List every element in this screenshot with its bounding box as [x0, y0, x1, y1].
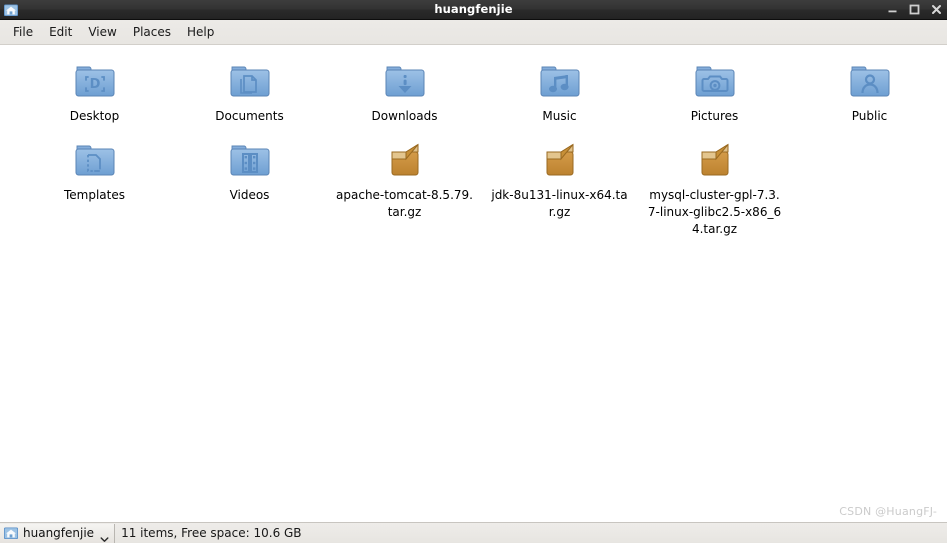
- window-controls: [887, 3, 942, 16]
- watermark: CSDN @HuangFJ-: [839, 505, 937, 518]
- file-item-label: Desktop: [69, 109, 120, 123]
- music-note-icon: [536, 56, 584, 104]
- downloads-arrow-icon: [381, 56, 429, 104]
- package-icon: [381, 135, 429, 183]
- home-folder-icon: [3, 525, 19, 541]
- svg-text:D: D: [89, 77, 100, 92]
- file-manager-window: huangfenjie File Edit View Places Help D…: [0, 0, 947, 543]
- file-item-apache-tomcat-archive[interactable]: apache-tomcat-8.5.79.tar.gz: [327, 132, 482, 238]
- package-icon: [691, 135, 739, 183]
- file-item-label: apache-tomcat-8.5.79.tar.gz: [336, 188, 473, 219]
- file-item-videos[interactable]: Videos: [172, 132, 327, 238]
- file-item-templates[interactable]: Templates: [17, 132, 172, 238]
- maximize-button[interactable]: [909, 3, 920, 16]
- title-bar: huangfenjie: [0, 0, 947, 20]
- template-document-icon: [71, 135, 119, 183]
- documents-pages-icon: [226, 56, 274, 104]
- person-icon: [846, 56, 894, 104]
- file-item-jdk-archive[interactable]: jdk-8u131-linux-x64.tar.gz: [482, 132, 637, 238]
- film-strip-icon: [226, 135, 274, 183]
- minimize-button[interactable]: [887, 3, 898, 16]
- desktop-d-icon: D: [71, 56, 119, 104]
- file-item-pictures[interactable]: Pictures: [637, 53, 792, 126]
- file-item-music[interactable]: Music: [482, 53, 637, 126]
- file-item-downloads[interactable]: Downloads: [327, 53, 482, 126]
- close-button[interactable]: [931, 3, 942, 16]
- location-dropdown-button[interactable]: huangfenjie: [0, 523, 116, 543]
- file-item-label: Public: [851, 109, 888, 123]
- home-folder-icon: [3, 2, 19, 18]
- menu-bar: File Edit View Places Help: [0, 20, 947, 45]
- menu-item-file[interactable]: File: [5, 22, 41, 42]
- file-item-label: mysql-cluster-gpl-7.3.7-linux-glibc2.5-x…: [647, 188, 782, 236]
- file-item-label: Downloads: [371, 109, 438, 123]
- package-icon: [536, 135, 584, 183]
- camera-icon: [691, 56, 739, 104]
- file-item-label: Documents: [215, 109, 284, 123]
- menu-item-places[interactable]: Places: [125, 22, 179, 42]
- menu-item-edit[interactable]: Edit: [41, 22, 80, 42]
- file-list-area: D Desktop Documents Downloads Music Pict…: [0, 45, 947, 522]
- location-label: huangfenjie: [23, 526, 95, 540]
- window-title: huangfenjie: [434, 2, 513, 16]
- file-item-mysql-archive[interactable]: mysql-cluster-gpl-7.3.7-linux-glibc2.5-x…: [637, 132, 792, 238]
- file-item-public[interactable]: Public: [792, 53, 947, 126]
- status-bar: huangfenjie 11 items, Free space: 10.6 G…: [0, 522, 947, 543]
- file-item-desktop[interactable]: D Desktop: [17, 53, 172, 126]
- file-item-documents[interactable]: Documents: [172, 53, 327, 126]
- chevron-down-icon: [100, 529, 109, 542]
- file-item-label: Music: [542, 109, 577, 123]
- file-item-label: Pictures: [690, 109, 739, 123]
- icon-grid: D Desktop Documents Downloads Music Pict…: [0, 53, 947, 244]
- status-summary: 11 items, Free space: 10.6 GB: [121, 526, 302, 540]
- menu-item-help[interactable]: Help: [179, 22, 222, 42]
- file-item-label: jdk-8u131-linux-x64.tar.gz: [491, 188, 628, 219]
- file-item-label: Videos: [229, 188, 270, 202]
- file-item-label: Templates: [63, 188, 125, 202]
- menu-item-view[interactable]: View: [80, 22, 124, 42]
